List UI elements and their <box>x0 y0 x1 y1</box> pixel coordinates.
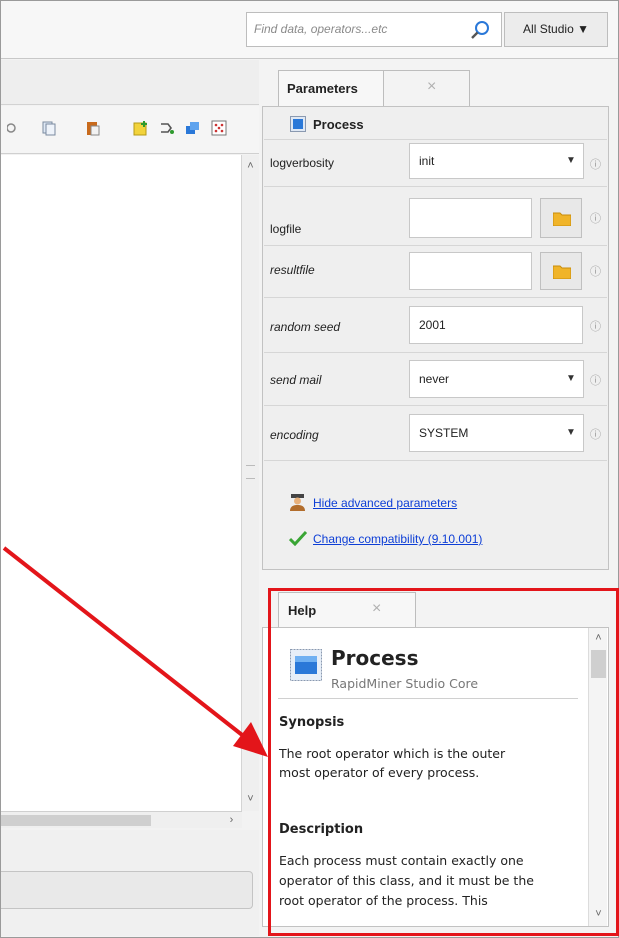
encoding-select[interactable]: SYSTEM ▼ <box>409 414 584 452</box>
change-compatibility-link[interactable]: Change compatibility (9.10.001) <box>313 532 482 546</box>
param-label-encoding: encoding <box>270 428 319 442</box>
search-icon[interactable] <box>469 19 491 41</box>
info-icon[interactable]: ⓘ <box>590 263 601 279</box>
param-label-send-mail: send mail <box>270 373 322 387</box>
auto-wire-icon[interactable] <box>159 120 175 136</box>
process-icon <box>290 116 306 132</box>
global-search-field[interactable]: Find data, operators...etc <box>246 12 502 47</box>
scroll-right-arrow-icon[interactable]: › <box>223 812 240 829</box>
arrange-grid-icon[interactable] <box>211 120 227 136</box>
horizontal-scroll-thumb[interactable] <box>1 815 151 826</box>
hide-advanced-parameters-link[interactable]: Hide advanced parameters <box>313 496 457 510</box>
info-icon[interactable]: ⓘ <box>590 210 601 226</box>
search-scope-dropdown[interactable]: All Studio ▼ <box>504 12 608 47</box>
info-icon[interactable]: ⓘ <box>590 372 601 388</box>
info-icon[interactable]: ⓘ <box>590 426 601 442</box>
process-canvas[interactable] <box>1 155 242 811</box>
chevron-down-icon: ▼ <box>566 155 576 166</box>
folder-icon <box>553 265 571 279</box>
logverbosity-value: init <box>419 154 435 168</box>
process-toolbar <box>1 106 259 154</box>
random-seed-value: 2001 <box>419 318 446 332</box>
canvas-horizontal-scrollbar[interactable]: › <box>1 811 242 828</box>
param-label-resultfile: resultfile <box>270 263 315 277</box>
top-bar: Find data, operators...etc All Studio ▼ <box>1 1 618 59</box>
divider <box>264 352 607 353</box>
resultfile-input[interactable] <box>409 252 532 290</box>
logverbosity-select[interactable]: init ▼ <box>409 143 584 179</box>
param-label-logfile: logfile <box>270 222 302 236</box>
logfile-browse-button[interactable] <box>540 198 582 238</box>
param-label-logverbosity: logverbosity <box>270 156 335 170</box>
random-seed-input[interactable]: 2001 <box>409 306 583 344</box>
add-note-icon[interactable] <box>133 120 149 136</box>
divider <box>264 139 607 140</box>
zoom-icon[interactable] <box>7 120 23 136</box>
divider <box>264 245 607 246</box>
operator-stack-icon[interactable] <box>185 120 201 136</box>
chevron-down-icon: ▼ <box>566 373 576 384</box>
scroll-grip-icon[interactable] <box>246 465 255 479</box>
check-icon <box>289 531 307 546</box>
divider <box>264 405 607 406</box>
highlight-box <box>268 588 619 936</box>
scroll-down-arrow-icon[interactable]: ˅ <box>242 791 259 808</box>
copy-icon[interactable] <box>41 120 57 136</box>
divider <box>264 460 607 461</box>
process-footer-bar[interactable] <box>1 871 253 909</box>
user-icon <box>290 494 305 511</box>
param-label-random-seed: random seed <box>270 320 341 334</box>
tab-parameters-frame <box>278 70 470 107</box>
search-placeholder: Find data, operators...etc <box>254 22 388 36</box>
divider <box>264 186 607 187</box>
encoding-value: SYSTEM <box>419 426 469 440</box>
canvas-vertical-scrollbar[interactable]: ˄ ˅ <box>242 155 259 811</box>
scroll-up-arrow-icon[interactable]: ˄ <box>242 158 259 175</box>
logfile-input[interactable] <box>409 198 532 238</box>
send-mail-select[interactable]: never ▼ <box>409 360 584 398</box>
info-icon[interactable]: ⓘ <box>590 156 601 172</box>
info-icon[interactable]: ⓘ <box>590 318 601 334</box>
folder-icon <box>553 212 571 226</box>
divider <box>264 297 607 298</box>
chevron-down-icon: ▼ <box>566 427 576 438</box>
paste-icon[interactable] <box>85 120 101 136</box>
send-mail-value: never <box>419 372 450 386</box>
operator-name: Process <box>313 117 364 132</box>
process-panel-header <box>1 60 259 105</box>
resultfile-browse-button[interactable] <box>540 252 582 290</box>
